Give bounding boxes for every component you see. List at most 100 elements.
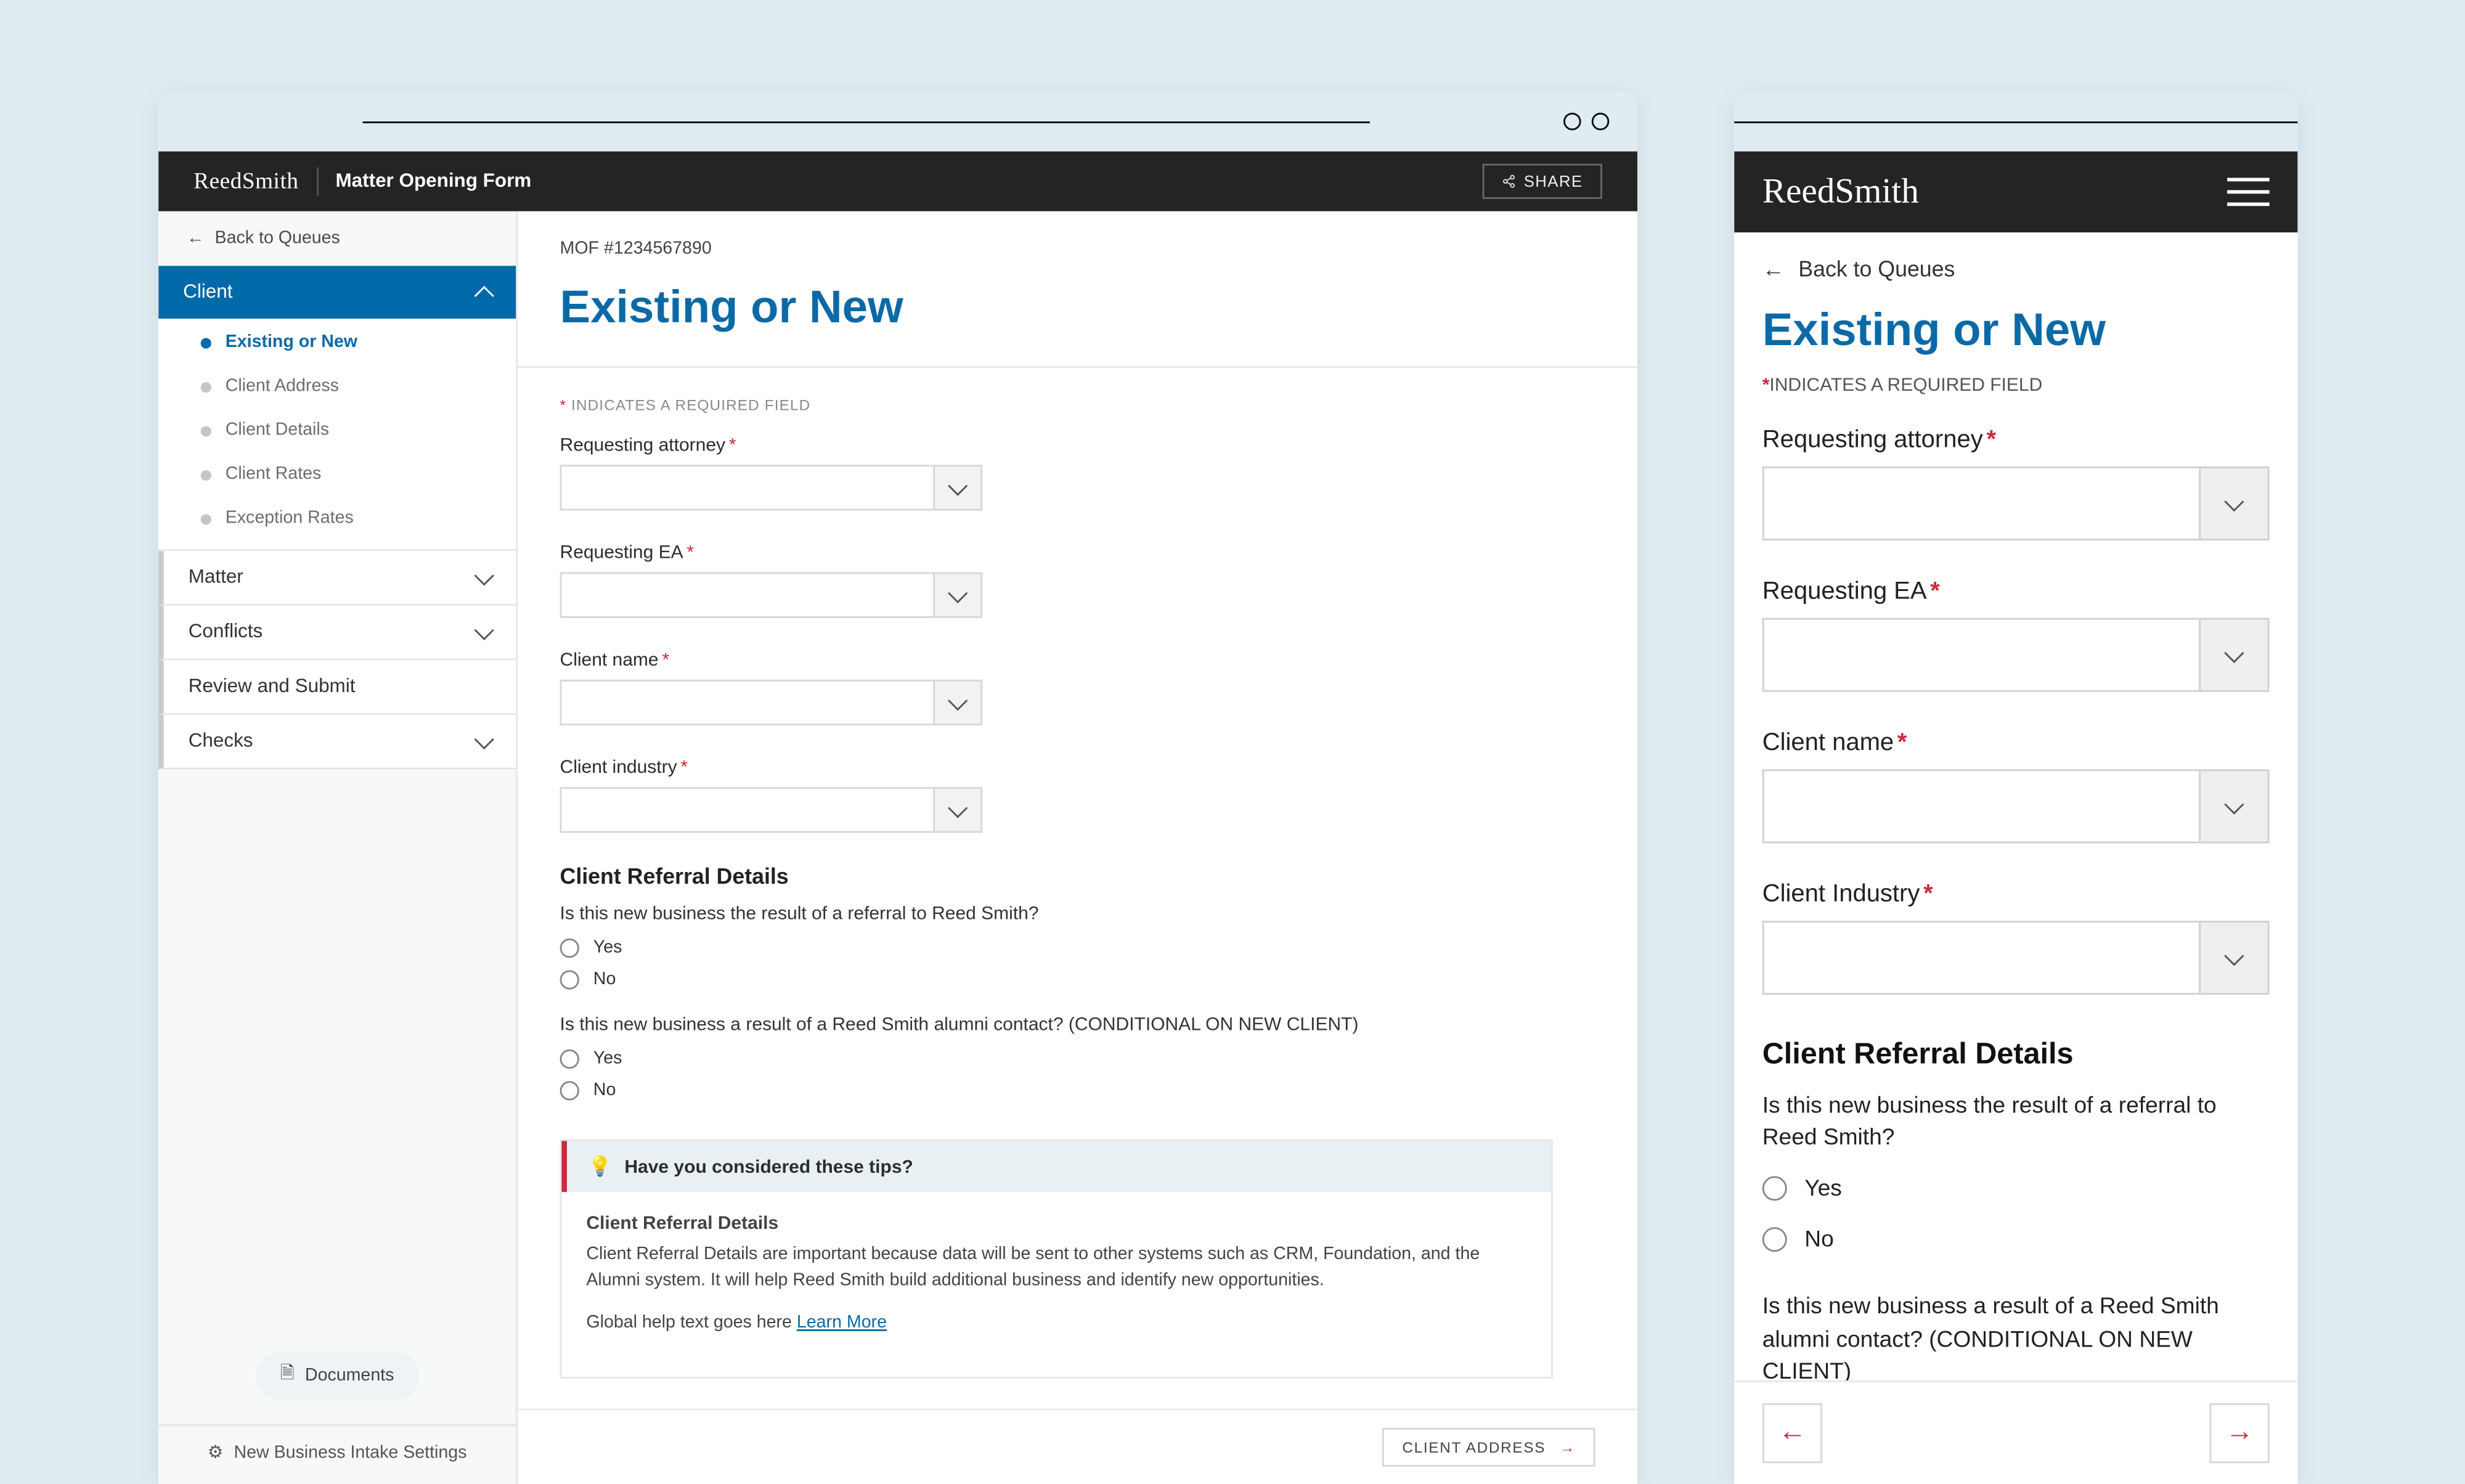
select-input[interactable] [560,573,934,618]
radio-label: No [1804,1226,1833,1253]
app-body: ← Back to Queues Client Existing or New … [158,211,1637,1484]
nav-sub-client-address[interactable]: Client Address [158,363,516,407]
back-label: Back to Queues [215,229,340,248]
attorney-select[interactable] [1762,467,2270,540]
ea-select[interactable] [1762,618,2270,692]
next-button[interactable]: CLIENT ADDRESS → [1383,1428,1595,1467]
prev-button[interactable]: ← [1762,1403,1822,1463]
header-divider [316,167,318,195]
select-toggle[interactable] [2199,921,2269,995]
select-toggle[interactable] [933,680,982,725]
select-input[interactable] [1762,618,2199,692]
learn-more-link[interactable]: Learn More [797,1313,887,1332]
brand-logo: ReedSmith [194,167,298,195]
radio-icon [560,970,579,989]
client-name-select[interactable] [560,680,983,725]
window-control-2[interactable] [1592,113,1610,131]
field-label: Client name* [1762,727,2270,756]
radio-referral-no[interactable]: No [560,970,1595,989]
next-button[interactable]: → [2210,1403,2270,1463]
asterisk-icon: * [1923,879,1933,907]
nav-label: Review and Submit [189,676,356,697]
arrow-right-icon: → [2225,1417,2254,1449]
arrow-left-icon: ← [187,229,205,248]
window-controls [1563,113,1609,131]
field-label: Requesting EA* [560,542,1595,563]
field-label: Requesting EA* [1762,576,2270,604]
back-to-queues-link[interactable]: ← Back to Queues [158,211,516,266]
radio-label: Yes [593,939,622,958]
nav-section-conflicts[interactable]: Conflicts [158,606,516,661]
field-client-industry: Client industry* [560,757,1595,833]
chrome-line [1734,121,2297,123]
app-header: ReedSmith Matter Opening Form SHARE [158,152,1637,211]
asterisk-icon: * [560,396,567,414]
client-name-select[interactable] [1762,770,2270,844]
field-client-name: Client name* [1734,727,2297,879]
form-body: * INDICATES A REQUIRED FIELD Requesting … [518,368,1637,1377]
nav-sub-client-details[interactable]: Client Details [158,407,516,450]
mobile-chrome [1734,92,2297,152]
radio-referral-yes[interactable]: Yes [560,939,1595,958]
referral-heading: Client Referral Details [560,865,1595,889]
nav-sub-client-rates[interactable]: Client Rates [158,450,516,494]
select-toggle[interactable] [2199,770,2269,844]
bullet-icon [201,513,211,524]
select-toggle[interactable] [933,573,982,618]
radio-label: Yes [593,1050,622,1069]
nav-section-review[interactable]: Review and Submit [158,660,516,715]
ea-select[interactable] [560,573,983,618]
client-industry-select[interactable] [560,787,983,833]
select-toggle[interactable] [2199,618,2269,692]
mobile-body: ← Back to Queues Existing or New *INDICA… [1734,232,2297,1380]
radio-referral-yes[interactable]: Yes [1734,1175,2297,1226]
select-input[interactable] [560,680,934,725]
question-alumni: Is this new business a result of a Reed … [560,1014,1595,1035]
select-toggle[interactable] [933,465,982,510]
tips-text: Client Referral Details are important be… [586,1243,1526,1294]
select-input[interactable] [560,787,934,833]
field-requesting-attorney: Requesting attorney* [560,435,1595,511]
radio-referral-no[interactable]: No [1734,1226,2297,1278]
share-button[interactable]: SHARE [1483,164,1602,199]
nav-section-checks[interactable]: Checks [158,715,516,770]
asterisk-icon: * [687,542,694,563]
bullet-icon [201,337,211,348]
question-referral: Is this new business the result of a ref… [560,903,1595,924]
next-label: CLIENT ADDRESS [1402,1438,1546,1456]
radio-alumni-no[interactable]: No [560,1081,1595,1100]
radio-alumni-yes[interactable]: Yes [560,1050,1595,1069]
window-control-1[interactable] [1563,113,1581,131]
mobile-header: ReedSmith [1734,152,2297,232]
back-to-queues-link[interactable]: ← Back to Queues [1734,232,2297,300]
settings-link[interactable]: ⚙ New Business Intake Settings [158,1424,516,1463]
mobile-footer: ← → [1734,1380,2297,1484]
chevron-down-icon [948,690,968,709]
select-input[interactable] [560,465,934,510]
select-input[interactable] [1762,770,2199,844]
radio-label: No [593,970,616,989]
select-toggle[interactable] [2199,467,2269,540]
referral-heading: Client Referral Details [1734,1030,2297,1090]
nav-sub-label: Client Rates [226,465,322,484]
nav-sub-existing-or-new[interactable]: Existing or New [158,319,516,362]
documents-button[interactable]: 🗎 Documents [256,1352,419,1400]
attorney-select[interactable] [560,465,983,510]
nav-section-matter[interactable]: Matter [158,551,516,606]
nav-sub-exception-rates[interactable]: Exception Rates [158,495,516,539]
chevron-down-icon [475,619,494,639]
nav-section-client[interactable]: Client [158,266,516,319]
chevron-down-icon [2224,794,2244,813]
client-industry-select[interactable] [1762,921,2270,995]
field-requesting-ea: Requesting EA* [560,542,1595,618]
asterisk-icon: * [1987,425,1997,453]
tips-panel: 💡 Have you considered these tips? Client… [560,1139,1553,1377]
arrow-left-icon: ← [1762,257,1785,282]
menu-button[interactable] [2227,178,2270,206]
chevron-down-icon [2224,945,2244,965]
select-input[interactable] [1762,921,2199,995]
select-input[interactable] [1762,467,2199,540]
select-toggle[interactable] [933,787,982,833]
chevron-down-icon [2224,491,2244,511]
tips-subheading: Client Referral Details [586,1213,1526,1234]
